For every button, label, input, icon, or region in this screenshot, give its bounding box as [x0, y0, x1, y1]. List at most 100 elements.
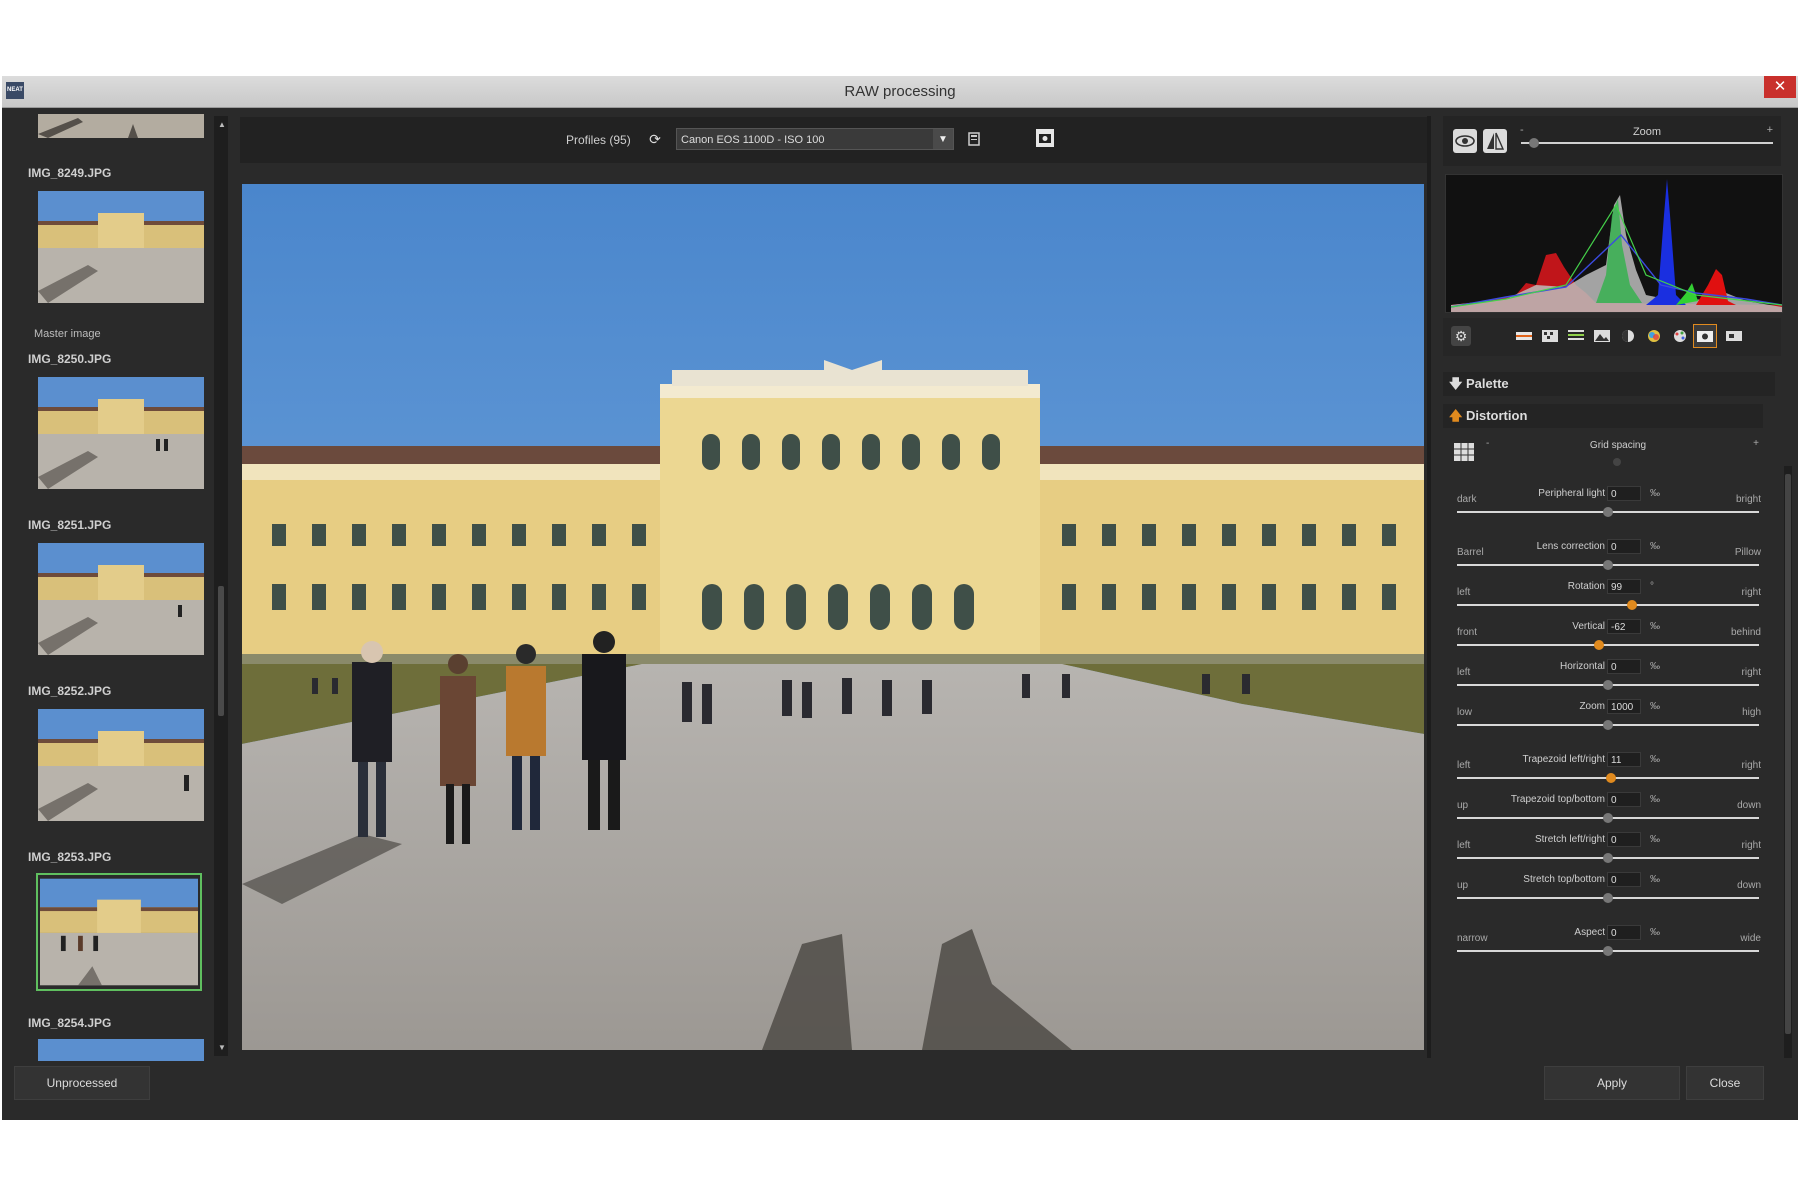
slider-name: Trapezoid top/bottom	[1510, 794, 1605, 805]
image-tool-icon[interactable]	[1593, 328, 1611, 344]
image-preview[interactable]	[242, 184, 1424, 1050]
window-close-button[interactable]: ✕	[1764, 76, 1796, 98]
profile-selected-value: Canon EOS 1100D - ISO 100	[681, 134, 825, 146]
slider-max-label: right	[1741, 587, 1761, 598]
palette-header[interactable]: 🡇 Palette	[1443, 372, 1775, 396]
apply-button[interactable]: Apply	[1544, 1066, 1680, 1100]
slider-knob[interactable]	[1603, 853, 1613, 863]
distortion-label: Distortion	[1466, 408, 1528, 423]
grid-plus[interactable]: +	[1753, 438, 1759, 449]
slider-max-label: high	[1742, 707, 1761, 718]
slider-min-label: up	[1457, 880, 1469, 891]
levels-tool-icon[interactable]	[1567, 328, 1585, 344]
camera-icon[interactable]	[1036, 129, 1054, 147]
slider-min-label: low	[1457, 707, 1473, 718]
slider-row: up Stretch top/bottom 0 ‰ down	[1453, 872, 1763, 912]
slider-value-input[interactable]: 99	[1607, 579, 1641, 594]
color-tool-icon[interactable]	[1645, 328, 1663, 344]
slider-knob[interactable]	[1603, 560, 1613, 570]
thumbnail-image[interactable]	[38, 709, 204, 821]
slider-unit: ‰	[1650, 488, 1660, 499]
scroll-down-icon[interactable]: ▼	[218, 1043, 226, 1052]
zoom-bar: - Zoom +	[1443, 116, 1781, 166]
raw-processing-window: NEAT RAW processing ✕ IMG_8249.JPG Maste…	[2, 76, 1798, 1120]
thumbnail-image[interactable]	[38, 114, 204, 138]
zoom-slider[interactable]	[1521, 142, 1773, 144]
slider-value-input[interactable]: 0	[1607, 659, 1641, 674]
slider-knob[interactable]	[1603, 720, 1613, 730]
arrow-up-icon: 🡅	[1449, 408, 1463, 423]
slider-min-label: front	[1457, 627, 1478, 638]
slider-value-input[interactable]: 0	[1607, 925, 1641, 940]
thumbnail-filename: IMG_8249.JPG	[28, 166, 112, 180]
zoom-plus[interactable]: +	[1767, 124, 1773, 136]
slider-knob[interactable]	[1627, 600, 1638, 610]
slider-unit: ‰	[1650, 927, 1660, 938]
slider-knob[interactable]	[1603, 507, 1613, 517]
slider-knob[interactable]	[1603, 946, 1613, 956]
slider-value-input[interactable]: 0	[1607, 792, 1641, 807]
panel-divider[interactable]	[1427, 116, 1431, 1058]
title-bar: NEAT RAW processing ✕	[2, 76, 1798, 108]
close-button[interactable]: Close	[1686, 1066, 1764, 1100]
slider-name: Stretch top/bottom	[1523, 874, 1605, 885]
slider-track[interactable]	[1457, 604, 1759, 606]
noise-tool-icon[interactable]	[1541, 328, 1559, 344]
slider-min-label: left	[1457, 667, 1471, 678]
scroll-up-icon[interactable]: ▲	[218, 120, 226, 129]
slider-unit: ‰	[1650, 621, 1660, 632]
slider-unit: ‰	[1650, 661, 1660, 672]
camera-lens-tool-icon[interactable]	[1693, 324, 1717, 348]
selected-thumbnail-frame[interactable]	[36, 873, 202, 991]
grid-spacing-knob[interactable]	[1613, 458, 1621, 466]
slider-row: low Zoom 1000 ‰ high	[1453, 699, 1763, 739]
thumbnail-image[interactable]	[38, 377, 204, 489]
slider-knob[interactable]	[1593, 640, 1604, 650]
save-icon[interactable]	[964, 129, 984, 149]
slider-value-input[interactable]: 0	[1607, 486, 1641, 501]
thumbnail-image[interactable]	[38, 1039, 204, 1061]
zoom-slider-knob[interactable]	[1529, 138, 1539, 148]
chevron-down-icon[interactable]: ▼	[933, 129, 953, 149]
eye-icon[interactable]	[1453, 129, 1477, 153]
scrollbar-thumb[interactable]	[1785, 474, 1791, 1034]
slider-knob[interactable]	[1603, 893, 1613, 903]
slider-name: Peripheral light	[1538, 488, 1605, 499]
batch-tool-icon[interactable]	[1725, 328, 1743, 344]
slider-name: Vertical	[1572, 621, 1605, 632]
contrast-tool-icon[interactable]	[1619, 328, 1637, 344]
compare-icon[interactable]	[1483, 129, 1507, 153]
slider-name: Stretch left/right	[1534, 834, 1605, 845]
slider-knob[interactable]	[1606, 773, 1617, 783]
panel-scrollbar[interactable]	[1784, 466, 1792, 1058]
distortion-header[interactable]: 🡅 Distortion	[1443, 404, 1763, 428]
slider-knob[interactable]	[1603, 813, 1613, 823]
slider-value-input[interactable]: 1000	[1607, 699, 1641, 714]
gear-icon[interactable]: ⚙	[1451, 326, 1471, 346]
thumbnail-image[interactable]	[38, 543, 204, 655]
palette-tool-icon[interactable]	[1671, 328, 1689, 344]
slider-value-input[interactable]: 0	[1607, 872, 1641, 887]
thumbnail-filename: IMG_8252.JPG	[28, 684, 112, 698]
slider-value-input[interactable]: 0	[1607, 539, 1641, 554]
slider-value-input[interactable]: 11	[1607, 752, 1641, 767]
scrollbar-thumb[interactable]	[218, 586, 224, 716]
slider-min-label: left	[1457, 760, 1471, 771]
filmstrip-scrollbar[interactable]: ▲ ▼	[214, 116, 228, 1056]
slider-value-input[interactable]: 0	[1607, 832, 1641, 847]
exposure-tool-icon[interactable]	[1515, 328, 1533, 344]
slider-min-label: up	[1457, 800, 1469, 811]
thumbnail-filename: IMG_8253.JPG	[28, 850, 112, 864]
slider-value-input[interactable]: -62	[1607, 619, 1641, 634]
thumbnail-strip: IMG_8249.JPG Master image IMG_8250.JPG I…	[12, 114, 212, 1061]
profile-select[interactable]: Canon EOS 1100D - ISO 100 ▼	[676, 128, 954, 150]
thumbnail-image[interactable]	[38, 191, 204, 303]
slider-track[interactable]	[1457, 644, 1759, 646]
refresh-icon[interactable]: ⟳	[645, 129, 665, 149]
slider-min-label: left	[1457, 587, 1471, 598]
slider-max-label: down	[1737, 880, 1761, 891]
slider-knob[interactable]	[1603, 680, 1613, 690]
slider-unit: °	[1650, 581, 1654, 592]
unprocessed-button[interactable]: Unprocessed	[14, 1066, 150, 1100]
arrow-down-icon: 🡇	[1449, 376, 1463, 391]
